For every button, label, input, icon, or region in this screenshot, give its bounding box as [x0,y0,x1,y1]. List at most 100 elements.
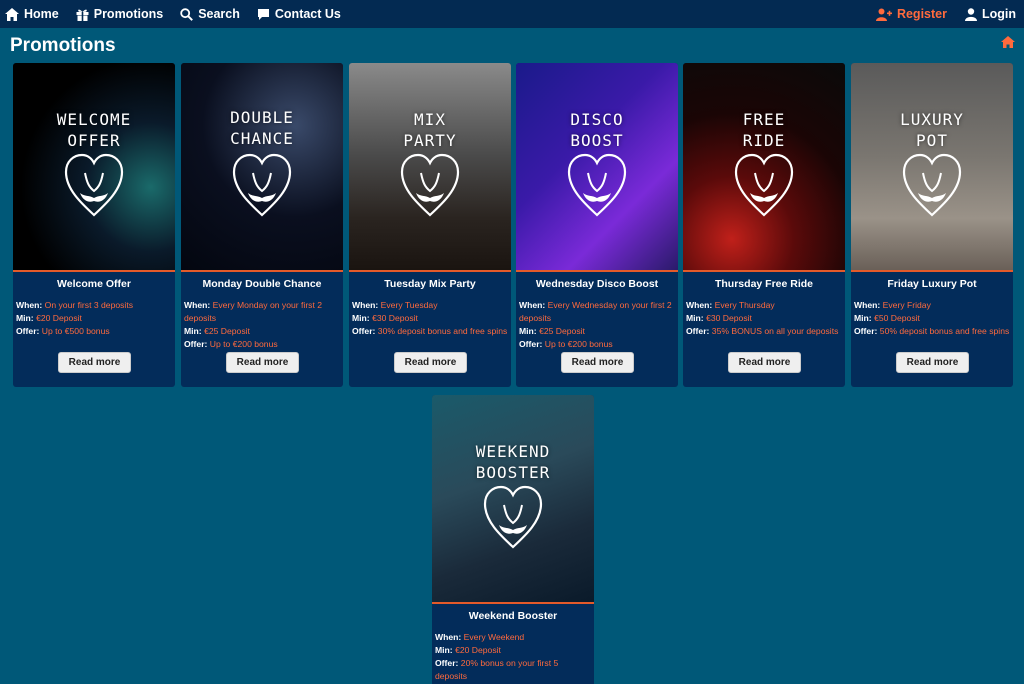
min-label: Min: [184,326,202,336]
promo-card-double-chance: Double Chance Monday Double Chance When: … [181,63,343,387]
nav-left: Home Promotions Search Contact Us [5,7,358,21]
min-value: €30 Deposit [706,313,752,323]
min-value: €25 Deposit [539,326,585,336]
nav-search-link[interactable]: Search [180,7,240,21]
when-label: When: [686,300,713,310]
offer-label: Offer: [352,326,376,336]
when-label: When: [352,300,379,310]
when-value: Every Friday [882,300,931,310]
min-label: Min: [686,313,704,323]
min-label: Min: [435,645,453,655]
min-label: Min: [352,313,370,323]
nav-login-label: Login [981,7,1016,21]
nav-home-link[interactable]: Home [5,7,59,21]
user-icon [964,7,977,21]
offer-label: Offer: [686,326,710,336]
heart-logo-icon [483,485,543,549]
nav-register-link[interactable]: Register [875,7,947,21]
when-label: When: [16,300,43,310]
promo-card-info: When: Every Tuesday Min: €30 Deposit Off… [349,296,511,338]
nav-right: Register Login [858,7,1016,21]
promo-card-image: Weekend Booster [432,395,594,604]
when-value: Every Thursday [714,300,775,310]
offer-value: 35% BONUS on all your deposits [711,326,839,336]
page-title: Promotions [10,35,116,56]
heart-logo-icon [567,153,627,217]
offer-value: 30% deposit bonus and free spins [377,326,508,336]
search-icon [180,7,194,21]
when-value: On your first 3 deposits [44,300,134,310]
when-label: When: [184,300,211,310]
promo-card-info: When: Every Thursday Min: €30 Deposit Of… [683,296,845,338]
offer-label: Offer: [519,339,543,349]
offer-label: Offer: [854,326,878,336]
when-value: Every Weekend [463,632,525,642]
promo-card-image: Free Ride [683,63,845,272]
promo-card-luxury-pot: Luxury Pot Friday Luxury Pot When: Every … [851,63,1013,387]
promo-card-title: Tuesday Mix Party [384,278,476,290]
chat-bubble-icon [257,8,269,20]
min-value: €50 Deposit [874,313,920,323]
promo-card-image: Luxury Pot [851,63,1013,272]
when-label: When: [435,632,462,642]
when-label: When: [854,300,881,310]
nav-contact-link[interactable]: Contact Us [257,7,341,21]
offer-value: Up to €500 bonus [41,326,110,336]
read-more-button[interactable]: Read more [896,352,969,373]
promo-image-text: Disco Boost [570,110,624,150]
nav-promotions-link[interactable]: Promotions [76,7,163,21]
offer-label: Offer: [184,339,208,349]
read-more-button[interactable]: Read more [58,352,131,373]
user-plus-icon [875,8,892,21]
top-navbar: Home Promotions Search Contact Us Regist… [0,0,1024,28]
promo-image-text: Free Ride [742,110,786,150]
promo-card-title: Thursday Free Ride [714,278,814,290]
offer-value: Up to €200 bonus [209,339,278,349]
promo-card-image: Welcome Offer [13,63,175,272]
offer-value: Up to €200 bonus [544,339,613,349]
promo-card-title: Monday Double Chance [202,278,322,290]
promo-card-title: Wednesday Disco Boost [535,278,659,290]
read-more-button[interactable]: Read more [728,352,801,373]
promo-card-welcome-offer: Welcome Offer Welcome Offer When: On your… [13,63,175,387]
read-more-button[interactable]: Read more [394,352,467,373]
promo-image-text: Luxury Pot [900,110,964,150]
promo-card-title: Friday Luxury Pot [887,278,977,290]
gift-icon [76,9,89,21]
nav-search-label: Search [198,7,240,21]
when-label: When: [519,300,546,310]
min-value: €30 Deposit [372,313,418,323]
promo-image-text: Weekend Booster [475,442,551,482]
heart-logo-icon [64,153,124,217]
nav-login-link[interactable]: Login [964,7,1016,21]
promo-card-mix-party: Mix Party Tuesday Mix Party When: Every T… [349,63,511,387]
min-label: Min: [854,313,872,323]
heart-logo-icon [400,153,460,217]
nav-home-label: Home [24,7,59,21]
min-value: €20 Deposit [36,313,82,323]
when-value: Every Tuesday [380,300,438,310]
promo-image-text: Mix Party [403,110,457,150]
min-label: Min: [519,326,537,336]
heart-logo-icon [734,153,794,217]
promo-card-title: Weekend Booster [468,610,558,622]
home-corner-button[interactable] [1001,35,1015,53]
nav-register-label: Register [896,7,947,21]
promo-card-free-ride: Free Ride Thursday Free Ride When: Every … [683,63,845,387]
promo-image-text: Double Chance [230,108,294,148]
home-icon [5,7,19,21]
nav-promotions-label: Promotions [93,7,164,21]
read-more-button[interactable]: Read more [226,352,299,373]
promo-card-info: When: Every Wednesday on your first 2 de… [516,296,678,351]
promo-card-image: Mix Party [349,63,511,272]
heart-logo-icon [232,153,292,217]
offer-value: 50% deposit bonus and free spins [879,326,1010,336]
home-icon [1001,36,1015,48]
promo-card-disco-boost: Disco Boost Wednesday Disco Boost When: E… [516,63,678,387]
promo-image-text: Welcome Offer [56,110,132,150]
promo-card-info: When: On your first 3 deposits Min: €20 … [13,296,175,338]
nav-contact-label: Contact Us [274,7,341,21]
min-value: €25 Deposit [204,326,250,336]
offer-label: Offer: [435,658,459,668]
read-more-button[interactable]: Read more [561,352,634,373]
